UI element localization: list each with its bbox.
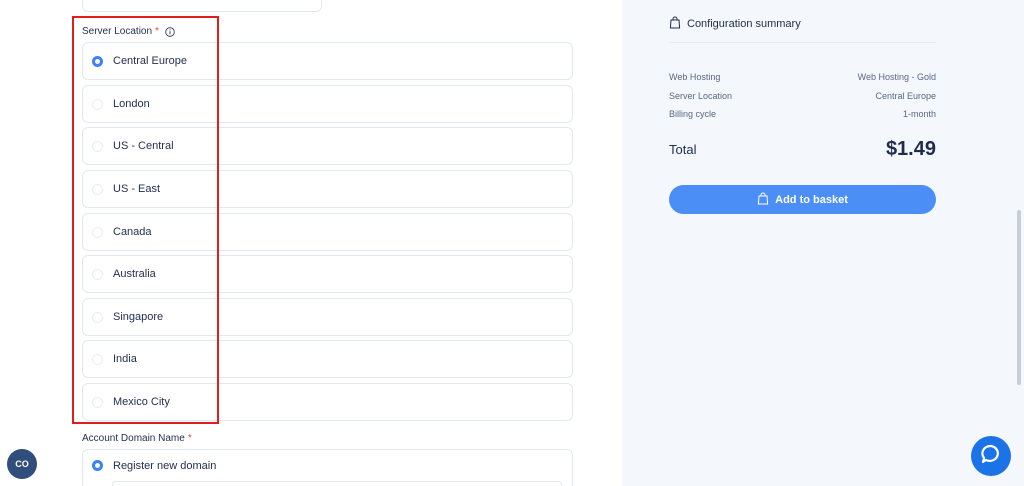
total-label: Total [669,142,697,157]
radio-button[interactable] [92,98,103,110]
option-label: Singapore [113,311,164,323]
total-row: Total $1.49 [669,138,936,161]
server-location-label: Server Location * [82,26,175,37]
summary-row-server-location: Server Location Central Europe [669,91,936,101]
server-location-label-text: Server Location [82,26,153,37]
scrollbar-thumb[interactable] [1017,210,1021,385]
server-option-london[interactable]: London [82,85,573,123]
option-label: Australia [113,268,156,280]
server-option-australia[interactable]: Australia [82,255,573,293]
summary-row-value: 1-month [902,109,936,119]
required-mark: * [155,26,159,37]
info-icon[interactable] [165,26,175,37]
summary-row-label: Web Hosting [669,72,721,82]
server-option-us-east[interactable]: US - East [82,170,573,208]
option-label: Register new domain [113,460,217,472]
chat-button[interactable] [971,436,1011,476]
server-option-singapore[interactable]: Singapore [82,298,573,336]
radio-button[interactable] [92,55,103,67]
option-label: US - East [113,183,161,195]
server-option-india[interactable]: India [82,340,573,378]
radio-button[interactable] [92,311,103,323]
add-to-basket-button[interactable]: Add to basket [669,185,936,214]
required-mark: * [187,433,192,444]
account-domain-label-text: Account Domain Name [82,433,185,444]
cookie-consent-label: CO [15,459,29,469]
radio-button[interactable] [92,268,103,280]
summary-row-web-hosting: Web Hosting Web Hosting - Gold [669,72,936,82]
summary-divider [669,42,936,43]
option-label: India [113,353,137,365]
option-label: Canada [113,226,152,238]
server-option-central-europe[interactable]: Central Europe [82,42,573,80]
previous-field[interactable] [82,0,322,12]
server-option-us-central[interactable]: US - Central [82,127,573,165]
shopping-bag-icon [757,192,769,208]
radio-button[interactable] [92,183,103,195]
option-label: Mexico City [113,396,170,408]
cookie-consent-button[interactable]: CO [7,449,37,479]
account-domain-label: Account Domain Name * [82,433,192,444]
summary-row-label: Billing cycle [669,109,717,119]
add-to-basket-label: Add to basket [775,193,848,206]
summary-row-value: Web Hosting - Gold [857,72,936,82]
configuration-form: Server Location * Central Europe London [0,0,622,486]
summary-title: Configuration summary [687,18,801,30]
shopping-bag-icon [669,16,681,32]
summary-row-label: Server Location [669,91,733,101]
total-price: $1.49 [885,138,936,160]
option-label: US - Central [113,140,174,152]
radio-button[interactable] [92,353,103,365]
domain-input[interactable] [112,481,562,486]
radio-button[interactable] [92,140,103,152]
server-option-canada[interactable]: Canada [82,213,573,251]
server-option-mexico-city[interactable]: Mexico City [82,383,573,421]
chat-bubble-icon [980,443,1002,470]
option-label: London [113,98,150,110]
radio-button[interactable] [92,460,103,471]
checkout-page: Server Location * Central Europe London [0,0,1024,486]
summary-header: Configuration summary [669,16,801,32]
radio-button[interactable] [92,226,103,238]
option-label: Central Europe [113,55,187,67]
summary-row-value: Central Europe [875,91,936,101]
summary-row-billing-cycle: Billing cycle 1-month [669,109,936,119]
radio-button[interactable] [92,396,103,408]
